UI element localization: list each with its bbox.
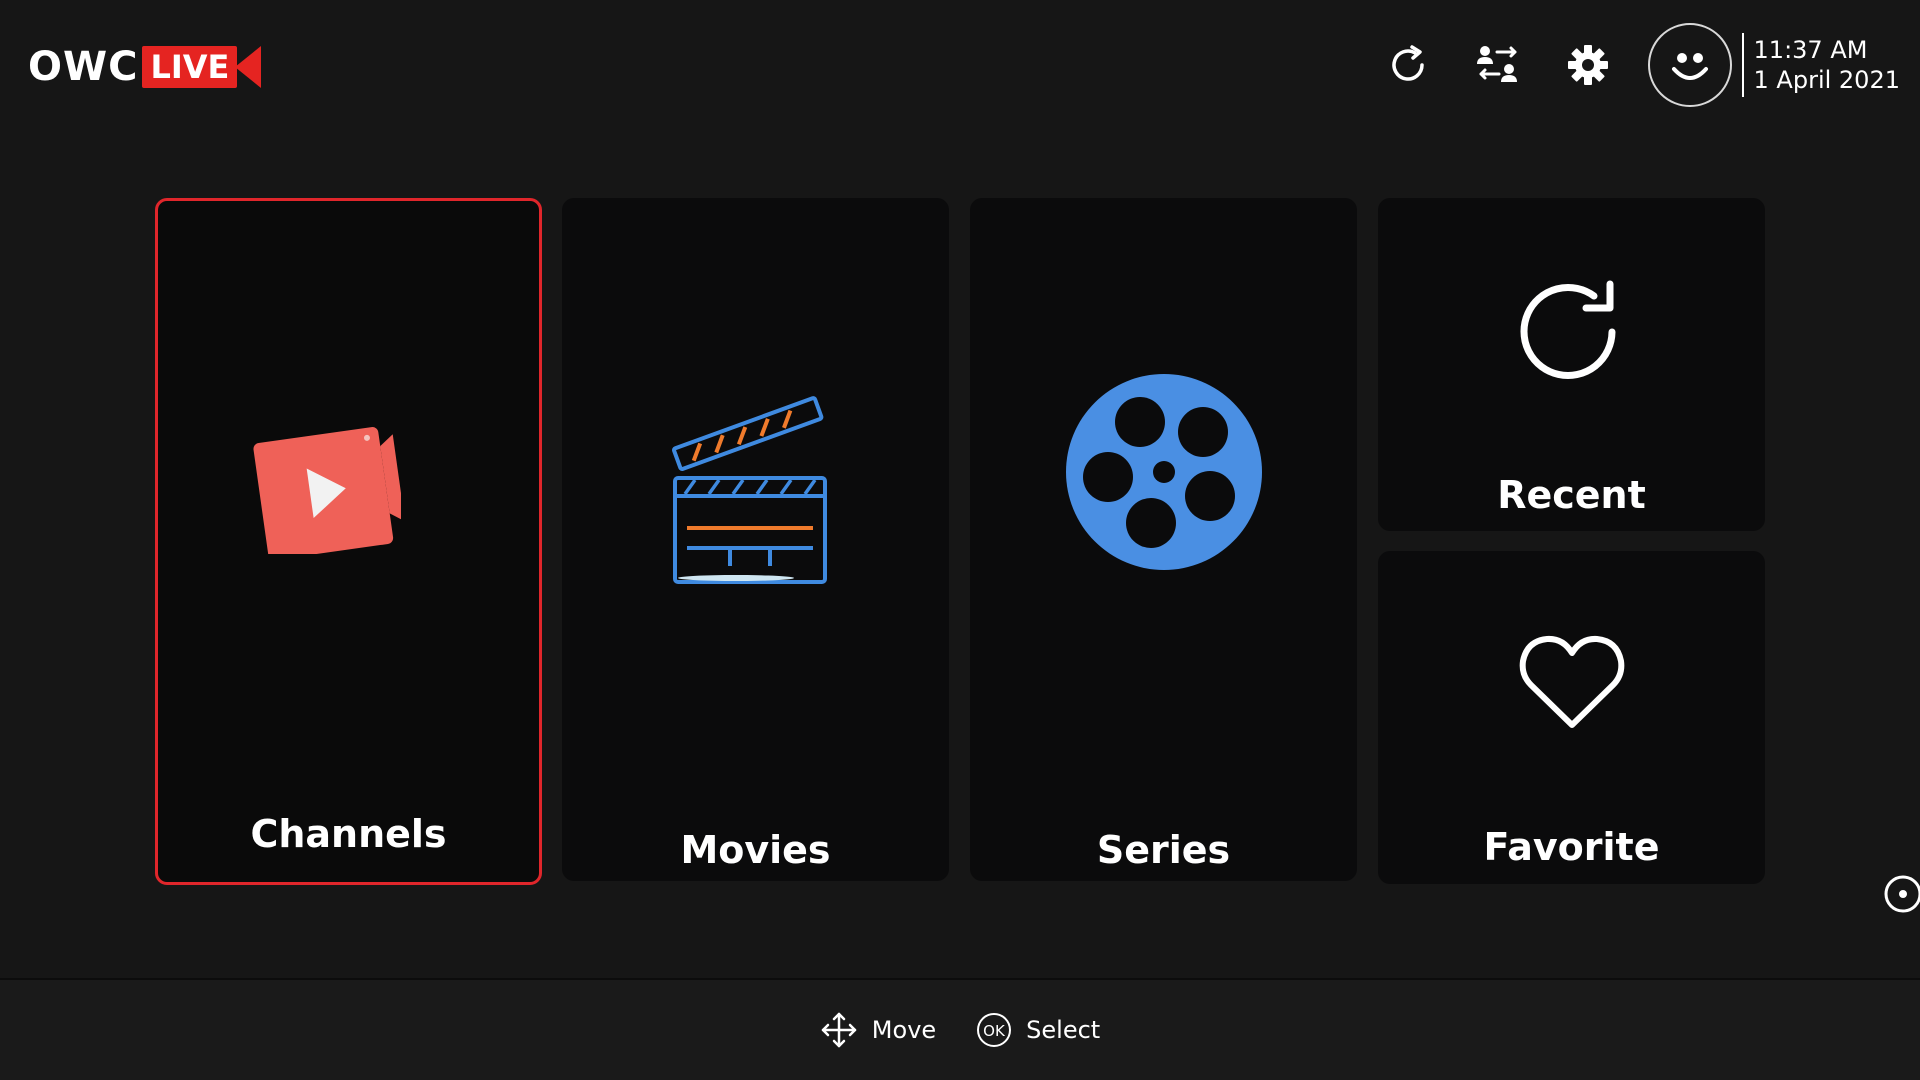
- current-time: 11:37 AM: [1753, 36, 1868, 64]
- move-label: Move: [871, 1016, 937, 1044]
- clock-display: 11:37 AM 1 April 2021: [1741, 33, 1900, 97]
- ok-icon-label: OK: [983, 1022, 1006, 1040]
- settings-button[interactable]: [1558, 35, 1618, 95]
- recent-tile[interactable]: Recent: [1378, 198, 1765, 531]
- switch-user-button[interactable]: [1468, 35, 1528, 95]
- logo-badge-live: LIVE: [142, 46, 238, 88]
- current-date: 1 April 2021: [1753, 66, 1900, 94]
- select-hint: OK Select: [976, 1012, 1100, 1048]
- series-tile[interactable]: Series: [970, 198, 1357, 881]
- app-logo: OWC LIVE: [28, 44, 262, 90]
- series-label: Series: [1096, 828, 1231, 872]
- settings-icon: [1567, 45, 1608, 85]
- side-menu-handle-icon[interactable]: [1882, 874, 1920, 914]
- favorite-label: Favorite: [1483, 825, 1660, 869]
- channels-tile[interactable]: Channels: [155, 198, 542, 885]
- favorite-tile[interactable]: Favorite: [1378, 551, 1765, 884]
- logo-camera-icon: [235, 46, 262, 88]
- home-screen: OWC LIVE 11:37 AM 1 April 2021 Channels …: [0, 0, 1920, 1080]
- smiley-avatar-icon: [1671, 53, 1708, 80]
- movies-tile[interactable]: Movies: [562, 198, 949, 881]
- profile-avatar-button[interactable]: [1647, 23, 1732, 107]
- film-reel-icon: [1066, 374, 1262, 570]
- header-toolbar: 11:37 AM 1 April 2021: [1378, 22, 1920, 108]
- refresh-button[interactable]: [1378, 35, 1438, 95]
- movies-label: Movies: [680, 828, 831, 872]
- play-video-icon: [253, 427, 401, 554]
- select-label: Select: [1026, 1016, 1101, 1044]
- heart-icon: [1519, 635, 1625, 728]
- refresh-icon: [1391, 45, 1424, 81]
- move-hint: Move: [820, 1011, 936, 1049]
- ok-button-icon: OK: [977, 1013, 1012, 1047]
- clapperboard-shadow: [678, 575, 794, 581]
- logo-text-owc: OWC: [28, 44, 139, 90]
- footer-hints: Move OK Select: [0, 980, 1920, 1080]
- move-arrows-icon: [821, 1012, 857, 1048]
- clapperboard-icon: [672, 396, 827, 584]
- channels-label: Channels: [250, 812, 447, 856]
- recent-label: Recent: [1497, 473, 1646, 517]
- refresh-icon: [1520, 280, 1616, 379]
- switch-user-icon: [1476, 46, 1517, 82]
